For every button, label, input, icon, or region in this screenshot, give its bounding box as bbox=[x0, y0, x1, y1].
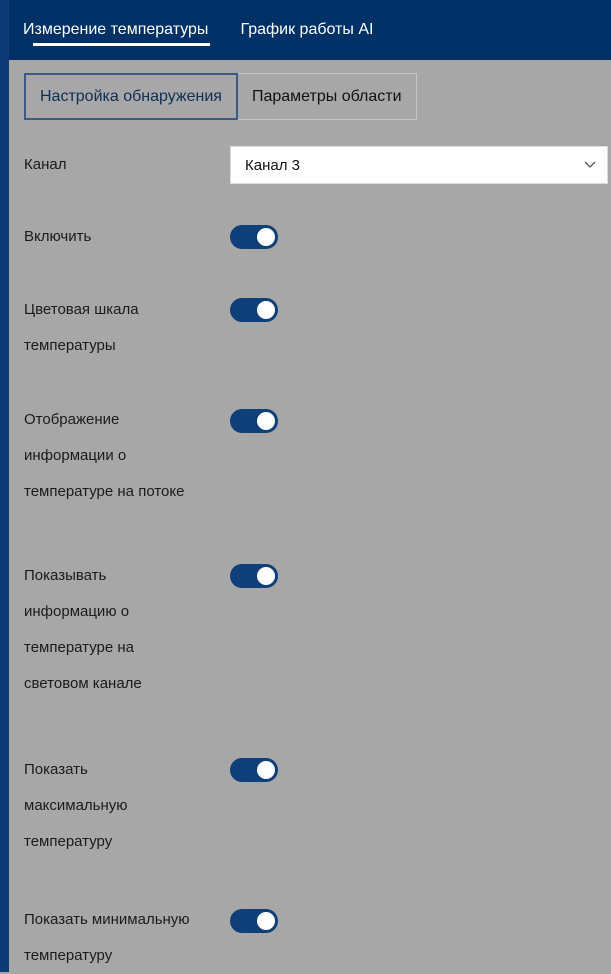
toggle-knob bbox=[257, 301, 275, 319]
color-scale-toggle[interactable] bbox=[230, 298, 278, 322]
toggle-label: Показать минимальную температуру bbox=[24, 911, 190, 964]
tab-label: График работы AI bbox=[240, 21, 374, 38]
tab-temperature-measurement[interactable]: Измерение температуры bbox=[19, 0, 224, 60]
toggle-label: Цветовая шкала температуры bbox=[24, 301, 139, 354]
channel-row: Канал Канал 3 bbox=[24, 146, 611, 186]
channel-label: Канал bbox=[24, 156, 67, 173]
stream-info-toggle[interactable] bbox=[230, 409, 278, 433]
toggle-knob bbox=[257, 567, 275, 585]
chevron-down-icon bbox=[584, 161, 596, 168]
channel-select[interactable]: Канал 3 bbox=[230, 146, 608, 184]
left-edge-bar bbox=[0, 0, 9, 972]
top-navigation: Измерение температуры График работы AI bbox=[9, 0, 611, 60]
enable-toggle[interactable] bbox=[230, 225, 278, 249]
subtab-label: Настройка обнаружения bbox=[40, 87, 222, 105]
settings-panel: Измерение температуры График работы AI Н… bbox=[9, 0, 611, 972]
channel-value: Канал 3 bbox=[245, 156, 300, 174]
toggle-label: Показать максимальную температуру bbox=[24, 761, 128, 850]
tab-ai-schedule[interactable]: График работы AI bbox=[224, 0, 389, 60]
light-channel-info-toggle[interactable] bbox=[230, 564, 278, 588]
toggle-label: Включить bbox=[24, 228, 92, 245]
tab-label: Измерение температуры bbox=[23, 21, 209, 38]
toggle-label: Показывать информацию о температуре на с… bbox=[24, 567, 142, 692]
subtab-group: Настройка обнаружения Параметры области bbox=[24, 73, 417, 120]
toggle-knob bbox=[257, 412, 275, 430]
subtab-detection-settings[interactable]: Настройка обнаружения bbox=[24, 73, 238, 120]
subtab-label: Параметры области bbox=[251, 87, 402, 105]
max-temperature-toggle[interactable] bbox=[230, 758, 278, 782]
subtab-area-parameters[interactable]: Параметры области bbox=[237, 73, 417, 120]
toggle-knob bbox=[257, 228, 275, 246]
toggle-knob bbox=[257, 912, 275, 930]
toggle-label: Отображение информации о температуре на … bbox=[24, 411, 185, 500]
toggle-knob bbox=[257, 761, 275, 779]
min-temperature-toggle[interactable] bbox=[230, 909, 278, 933]
